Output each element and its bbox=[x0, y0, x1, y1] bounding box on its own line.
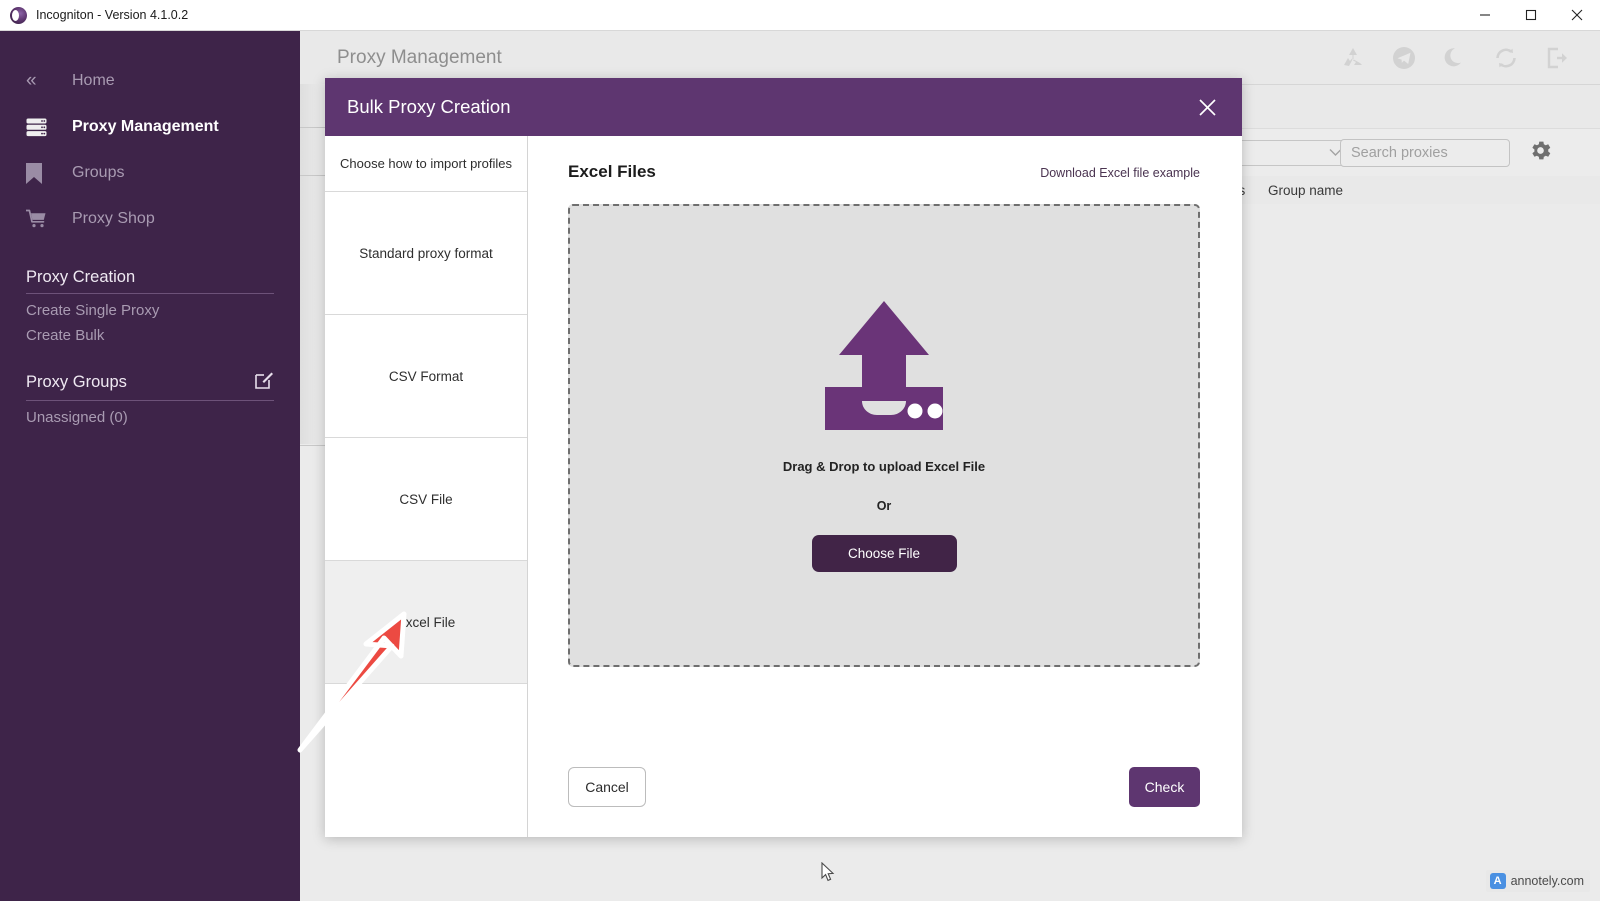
main-header: Proxy Management bbox=[300, 31, 1600, 84]
step-excel-file[interactable]: Excel File bbox=[325, 561, 527, 684]
bulk-proxy-creation-dialog: Bulk Proxy Creation Choose how to import… bbox=[325, 78, 1242, 837]
column-header-group-name: Group name bbox=[1268, 182, 1344, 198]
edit-square-icon[interactable] bbox=[255, 370, 274, 394]
sidebar-item-label: Proxy Management bbox=[72, 118, 219, 135]
choose-file-button[interactable]: Choose File bbox=[811, 535, 957, 572]
incogniton-logo-icon bbox=[10, 6, 27, 24]
gear-icon[interactable] bbox=[1528, 138, 1553, 168]
title-bar-left: Incogniton - Version 4.1.0.2 bbox=[0, 6, 189, 24]
section-header: Proxy Creation bbox=[26, 268, 274, 294]
sidebar-section-proxy-creation: Proxy Creation Create Single Proxy Creat… bbox=[26, 268, 274, 344]
step-standard-proxy-format[interactable]: Standard proxy format bbox=[325, 192, 527, 315]
sidebar: « Home Proxy Management Groups Proxy Sho… bbox=[0, 31, 300, 901]
step-csv-file[interactable]: CSV File bbox=[325, 438, 527, 561]
refresh-icon[interactable] bbox=[1493, 45, 1519, 71]
excel-files-pane: Excel Files Download Excel file example … bbox=[528, 136, 1242, 837]
cart-icon bbox=[26, 208, 52, 230]
telegram-icon[interactable] bbox=[1391, 45, 1417, 71]
annotely-logo-icon: A bbox=[1489, 873, 1506, 889]
section-header: Proxy Groups bbox=[26, 370, 274, 401]
header-icon-group bbox=[1340, 45, 1600, 71]
window-controls bbox=[1462, 0, 1600, 31]
double-chevron-left-icon[interactable]: « bbox=[26, 70, 52, 92]
dialog-footer: Cancel Check bbox=[568, 767, 1200, 807]
search-placeholder: Search proxies bbox=[1351, 145, 1448, 161]
sidebar-item-label: Groups bbox=[72, 164, 125, 181]
sidebar-item-groups[interactable]: Groups bbox=[0, 150, 300, 196]
section-title: Proxy Creation bbox=[26, 268, 136, 286]
recycle-icon[interactable] bbox=[1340, 45, 1366, 71]
sidebar-link-unassigned[interactable]: Unassigned (0) bbox=[26, 401, 274, 426]
sidebar-item-label: Proxy Shop bbox=[72, 210, 155, 227]
sidebar-link-create-bulk[interactable]: Create Bulk bbox=[26, 319, 274, 344]
sidebar-item-proxy-shop[interactable]: Proxy Shop bbox=[0, 196, 300, 242]
pane-title: Excel Files bbox=[568, 162, 656, 181]
group-filter-select[interactable] bbox=[1230, 140, 1350, 166]
section-title: Proxy Groups bbox=[26, 372, 127, 391]
window-title: Incogniton - Version 4.1.0.2 bbox=[36, 8, 189, 22]
sidebar-link-create-single-proxy[interactable]: Create Single Proxy bbox=[26, 294, 274, 319]
watermark-text: annotely.com bbox=[1510, 874, 1584, 888]
close-icon[interactable] bbox=[1554, 0, 1600, 31]
download-excel-example-link[interactable]: Download Excel file example bbox=[1040, 166, 1200, 180]
cancel-button[interactable]: Cancel bbox=[568, 767, 646, 807]
sidebar-section-proxy-groups: Proxy Groups Unassigned (0) bbox=[26, 370, 274, 426]
minimize-icon[interactable] bbox=[1462, 0, 1508, 31]
file-dropzone[interactable]: Drag & Drop to upload Excel File Or Choo… bbox=[568, 204, 1200, 667]
logout-icon[interactable] bbox=[1544, 45, 1570, 71]
dialog-title: Bulk Proxy Creation bbox=[347, 96, 511, 117]
bookmark-icon bbox=[26, 162, 52, 184]
dropzone-or-label: Or bbox=[876, 499, 892, 513]
close-icon[interactable] bbox=[1194, 94, 1220, 120]
annotely-watermark: A annotely.com bbox=[1485, 870, 1590, 892]
step-choose-how-to-import[interactable]: Choose how to import profiles bbox=[325, 136, 527, 192]
import-method-list: Choose how to import profiles Standard p… bbox=[325, 136, 528, 837]
window-title-bar: Incogniton - Version 4.1.0.2 bbox=[0, 0, 1600, 31]
sidebar-item-home[interactable]: « Home bbox=[0, 58, 300, 104]
page-title: Proxy Management bbox=[337, 46, 502, 68]
dialog-header: Bulk Proxy Creation bbox=[325, 78, 1242, 136]
step-csv-format[interactable]: CSV Format bbox=[325, 315, 527, 438]
dialog-body: Choose how to import profiles Standard p… bbox=[325, 136, 1242, 837]
moon-icon[interactable] bbox=[1442, 45, 1468, 71]
dropzone-instruction: Drag & Drop to upload Excel File bbox=[782, 459, 986, 474]
upload-cloud-icon bbox=[823, 299, 945, 437]
search-input[interactable]: Search proxies bbox=[1340, 139, 1510, 167]
sidebar-item-label: Home bbox=[72, 72, 115, 89]
pane-header: Excel Files Download Excel file example bbox=[568, 162, 1200, 182]
application-window: Incogniton - Version 4.1.0.2 « Home Prox… bbox=[0, 0, 1600, 901]
server-icon bbox=[26, 116, 52, 138]
check-button[interactable]: Check bbox=[1129, 767, 1200, 807]
sidebar-item-proxy-management[interactable]: Proxy Management bbox=[0, 104, 300, 150]
maximize-icon[interactable] bbox=[1508, 0, 1554, 31]
